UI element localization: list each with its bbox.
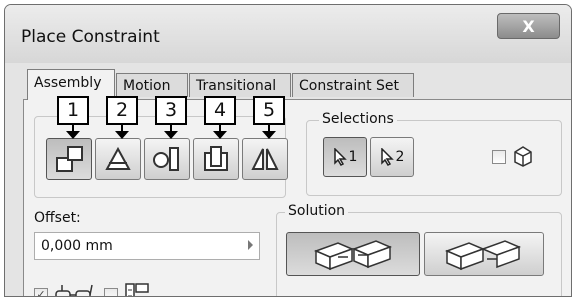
offset-label: Offset:	[34, 210, 81, 226]
offset-input[interactable]: 0,000 mm	[34, 232, 260, 260]
callout-2: 2	[106, 96, 138, 125]
selection-2-label: 2	[395, 149, 405, 165]
callout-arrow-2	[115, 124, 129, 139]
callout-5: 5	[253, 96, 285, 125]
offset-value: 0,000 mm	[41, 238, 113, 254]
assembly-panel: 1 2 3 4 5 Selections 1 2 Offset: 0,000 m…	[23, 96, 571, 296]
dialog-title: Place Constraint	[21, 27, 160, 47]
predict-offset-icon	[125, 283, 149, 296]
selection-2-button[interactable]: 2	[370, 137, 414, 177]
tab-motion[interactable]: Motion	[116, 73, 188, 97]
solution-label: Solution	[285, 203, 349, 219]
angle-button[interactable]	[95, 138, 141, 180]
callout-arrow-3	[164, 124, 178, 139]
mate-icon	[56, 146, 83, 172]
title-bar: Place Constraint X	[5, 5, 571, 63]
tab-constraint-set[interactable]: Constraint Set	[292, 73, 414, 97]
select-other-icon	[514, 146, 532, 167]
callout-arrow-4	[213, 124, 227, 139]
angle-icon	[105, 146, 131, 170]
insert-icon	[204, 146, 228, 171]
callout-4: 4	[204, 96, 236, 125]
tangent-button[interactable]	[144, 138, 190, 180]
close-icon: X	[522, 16, 535, 36]
spin-arrow-icon[interactable]	[248, 240, 253, 250]
symmetry-button[interactable]	[242, 138, 288, 180]
select-other-checkbox[interactable]	[492, 150, 506, 164]
selection-1-label: 1	[348, 149, 358, 165]
flush-solution-icon	[444, 240, 522, 271]
glasses-icon	[55, 284, 93, 296]
callout-3: 3	[155, 96, 187, 125]
predict-offset-checkbox[interactable]	[104, 288, 118, 296]
preview-checkbox[interactable]: ✓	[34, 288, 48, 296]
cursor-icon	[333, 148, 347, 166]
mate-button[interactable]	[46, 138, 92, 180]
symmetry-icon	[251, 148, 279, 170]
callout-1: 1	[57, 96, 89, 125]
close-button[interactable]: X	[497, 13, 560, 39]
mate-solution-icon	[313, 240, 393, 271]
callout-arrow-5	[262, 124, 276, 139]
mate-solution-button[interactable]	[286, 232, 420, 276]
callout-arrow-1	[66, 124, 80, 139]
selections-label: Selections	[319, 111, 397, 127]
selection-1-button[interactable]: 1	[323, 137, 367, 177]
place-constraint-dialog: Place Constraint X Assembly Motion Trans…	[4, 4, 572, 297]
cursor-icon	[380, 148, 394, 166]
insert-button[interactable]	[193, 138, 239, 180]
tab-transitional[interactable]: Transitional	[189, 73, 291, 97]
tangent-icon	[153, 147, 179, 171]
flush-solution-button[interactable]	[424, 232, 544, 276]
